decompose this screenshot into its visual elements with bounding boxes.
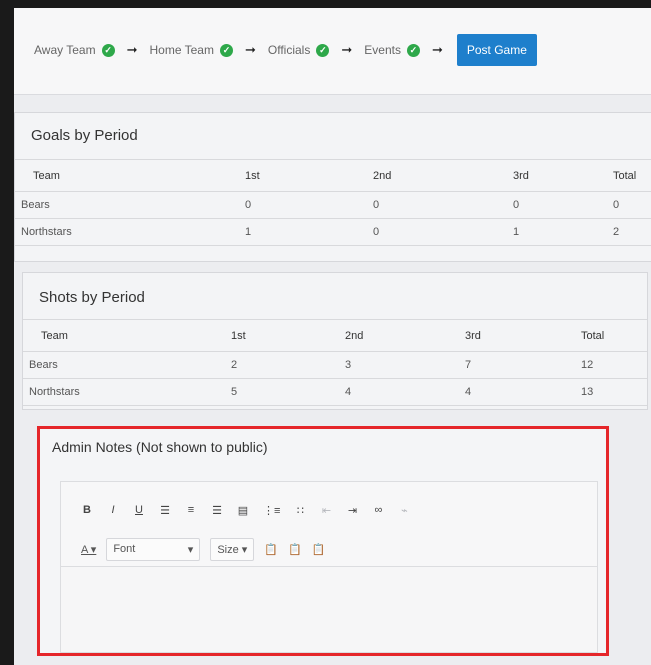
admin-notes-panel: Admin Notes (Not shown to public) B I U … (37, 426, 609, 656)
arrow-right-icon: ➞ (126, 42, 138, 57)
table-header-row: Team 1st 2nd 3rd Total (15, 159, 651, 192)
column-header: 2nd (373, 169, 392, 182)
table-cell: 0 (245, 199, 252, 211)
align-left-icon[interactable]: ☰ (159, 504, 171, 517)
step-label: Events (364, 43, 401, 57)
table-cell: 12 (581, 359, 594, 371)
step-away-team[interactable]: Away Team ✓ (34, 43, 115, 57)
column-header: 3rd (513, 169, 529, 182)
wizard-bar: Away Team ✓ ➞ Home Team ✓ ➞ Officials ✓ … (14, 8, 651, 95)
step-home-team[interactable]: Home Team ✓ (150, 43, 233, 57)
table-cell: 5 (231, 386, 238, 398)
unlink-icon[interactable]: ⌁ (398, 504, 410, 517)
table-cell: 0 (613, 199, 620, 211)
shots-table: Team 1st 2nd 3rd Total Bears 2 3 7 12 No… (23, 319, 647, 406)
font-select[interactable]: Font ▾ (106, 538, 201, 561)
check-icon: ✓ (101, 43, 115, 57)
panel-title: Goals by Period (31, 127, 138, 144)
justify-icon[interactable]: ▤ (237, 504, 249, 517)
table-cell: 2 (231, 359, 238, 371)
shots-panel: Shots by Period Team 1st 2nd 3rd Total B… (22, 272, 648, 410)
underline-button[interactable]: U (133, 504, 145, 517)
step-label: Officials (267, 43, 311, 57)
table-cell: 1 (513, 226, 520, 238)
table-cell: Northstars (21, 226, 72, 238)
rich-text-editor: B I U ☰ ≡ ☰ ▤ ⋮≡ ∷ ⇤ ⇥ ∞ ⌁ A ▾ Font ▾ Si… (60, 481, 598, 653)
table-cell: 1 (245, 226, 252, 238)
column-header: Team (41, 329, 68, 342)
table-header-row: Team 1st 2nd 3rd Total (23, 319, 647, 352)
editor-toolbar-row-2: A ▾ Font ▾ Size ▾ 📋 📋 📋 (81, 538, 325, 561)
panel-title: Shots by Period (39, 289, 145, 306)
font-color-icon[interactable]: A ▾ (81, 543, 96, 556)
wizard-steps: Away Team ✓ ➞ Home Team ✓ ➞ Officials ✓ … (34, 34, 537, 66)
table-cell: Northstars (29, 386, 80, 398)
table-row: Bears 0 0 0 0 (15, 192, 651, 219)
unordered-list-icon[interactable]: ∷ (294, 504, 306, 517)
paste-text-icon[interactable]: 📋 (288, 543, 302, 556)
align-right-icon[interactable]: ☰ (211, 504, 223, 517)
bold-button[interactable]: B (81, 504, 93, 517)
table-cell: 2 (613, 226, 620, 238)
goals-table: Team 1st 2nd 3rd Total Bears 0 0 0 0 Nor… (15, 159, 651, 246)
table-cell: 7 (465, 359, 472, 371)
chevron-down-icon: ▾ (241, 544, 248, 556)
italic-button[interactable]: I (107, 504, 119, 517)
editor-toolbar-row-1: B I U ☰ ≡ ☰ ▤ ⋮≡ ∷ ⇤ ⇥ ∞ ⌁ (81, 504, 410, 517)
table-cell: Bears (21, 199, 50, 211)
chevron-down-icon: ▾ (187, 544, 194, 556)
column-header: 3rd (465, 329, 481, 342)
table-cell: 3 (345, 359, 352, 371)
step-events[interactable]: Events ✓ (364, 43, 420, 57)
arrow-right-icon: ➞ (431, 42, 443, 57)
table-row: Northstars 1 0 1 2 (15, 219, 651, 246)
size-select[interactable]: Size ▾ (210, 538, 255, 561)
post-game-button[interactable]: Post Game (456, 34, 537, 66)
table-cell: 0 (373, 226, 380, 238)
table-cell: 13 (581, 386, 594, 398)
editor-content-area[interactable] (61, 566, 597, 652)
check-icon: ✓ (406, 43, 420, 57)
ordered-list-icon[interactable]: ⋮≡ (263, 504, 280, 517)
table-cell: 4 (465, 386, 472, 398)
table-row: Northstars 5 4 4 13 (23, 379, 647, 406)
arrow-right-icon: ➞ (244, 42, 256, 57)
table-cell: 0 (513, 199, 520, 211)
size-select-value: Size (217, 544, 239, 556)
table-cell: Bears (29, 359, 58, 371)
goals-panel: Goals by Period Team 1st 2nd 3rd Total B… (14, 112, 651, 262)
step-label: Home Team (149, 43, 214, 57)
check-icon: ✓ (316, 43, 330, 57)
paste-icon[interactable]: 📋 (264, 543, 278, 556)
step-label: Away Team (34, 43, 96, 57)
table-cell: 0 (373, 199, 380, 211)
column-header: Total (581, 329, 605, 342)
table-row: Bears 2 3 7 12 (23, 352, 647, 379)
link-icon[interactable]: ∞ (372, 504, 384, 517)
column-header: Total (613, 169, 637, 182)
font-select-value: Font (113, 543, 136, 555)
table-cell: 4 (345, 386, 352, 398)
indent-icon[interactable]: ⇥ (346, 504, 358, 517)
column-header: Team (33, 169, 60, 182)
column-header: 1st (231, 329, 246, 342)
check-icon: ✓ (219, 43, 233, 57)
align-center-icon[interactable]: ≡ (185, 504, 197, 517)
paste-word-icon[interactable]: 📋 (312, 543, 326, 556)
arrow-right-icon: ➞ (341, 42, 353, 57)
step-officials[interactable]: Officials ✓ (267, 43, 330, 57)
admin-notes-title: Admin Notes (Not shown to public) (52, 439, 268, 455)
column-header: 2nd (345, 329, 364, 342)
screen: Away Team ✓ ➞ Home Team ✓ ➞ Officials ✓ … (14, 8, 651, 665)
outdent-icon[interactable]: ⇤ (320, 504, 332, 517)
column-header: 1st (245, 169, 260, 182)
